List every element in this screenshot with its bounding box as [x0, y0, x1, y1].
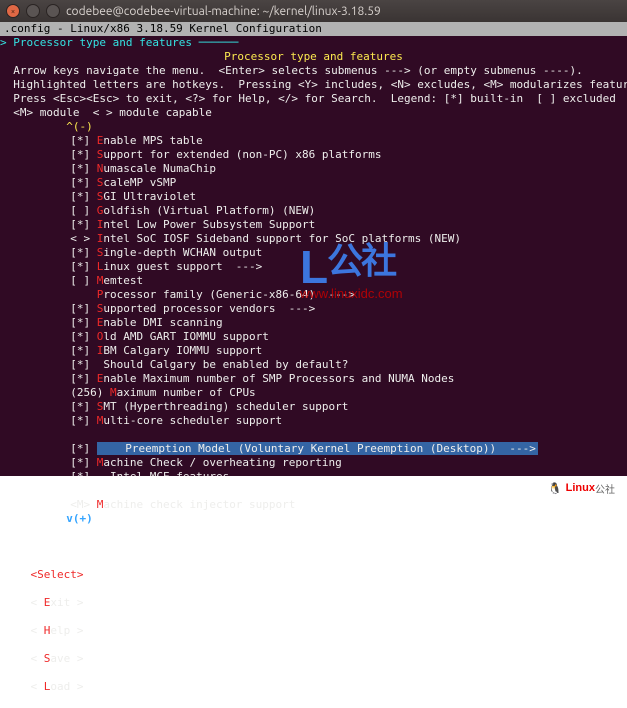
menu-label: ingle-depth WCHAN output: [103, 246, 262, 259]
menu-label: umascale NumaChip: [103, 162, 216, 175]
exit-button[interactable]: < Exit >: [31, 596, 84, 609]
menu-item-selected[interactable]: Preemption Model (Voluntary Kernel Preem…: [0, 428, 627, 442]
selected-label: Preemption Model (Voluntary Kernel Preem…: [125, 442, 536, 455]
menu-hotkey: M: [110, 386, 117, 399]
menu-label: MT (Hyperthreading) scheduler support: [103, 400, 348, 413]
breadcrumb: > Processor type and features ──────: [0, 36, 238, 49]
menu-item[interactable]: [*] ScaleMP vSMP: [0, 176, 627, 190]
menu-item[interactable]: [*] SMT (Hyperthreading) scheduler suppo…: [0, 400, 627, 414]
button-bar: <Select> < Exit > < Help > < Save > < Lo…: [0, 540, 627, 554]
help-button[interactable]: < Help >: [31, 624, 84, 637]
help-line: Arrow keys navigate the menu. <Enter> se…: [0, 64, 627, 78]
menu-item[interactable]: [ ] Memtest: [0, 274, 627, 288]
menu-label: upport for extended (non-PC) x86 platfor…: [103, 148, 381, 161]
window-title: codebee@codebee-virtual-machine: ~/kerne…: [66, 5, 381, 18]
penguin-icon: 🐧: [548, 482, 562, 495]
menu-item[interactable]: [*] SGI Ultraviolet: [0, 190, 627, 204]
window-titlebar: × codebee@codebee-virtual-machine: ~/ker…: [0, 0, 627, 22]
menu-label: ld AMD GART IOMMU support: [103, 330, 269, 343]
menu-item[interactable]: [*] Support for extended (non-PC) x86 pl…: [0, 148, 627, 162]
scroll-down-indicator: v(+): [66, 512, 93, 525]
menu-item[interactable]: [*] Enable Maximum number of SMP Process…: [0, 372, 627, 386]
menu-label: emtest: [103, 274, 143, 287]
menu-label: nable DMI scanning: [103, 316, 222, 329]
load-button[interactable]: < Load >: [31, 680, 84, 693]
page-footer: 🐧 Linux 公社: [0, 476, 627, 500]
menu-item[interactable]: [*] IBM Calgary IOMMU support: [0, 344, 627, 358]
config-header: .config - Linux/x86 3.18.59 Kernel Confi…: [0, 22, 627, 36]
terminal: .config - Linux/x86 3.18.59 Kernel Confi…: [0, 22, 627, 476]
maximize-icon[interactable]: [46, 4, 60, 18]
menu-item[interactable]: [*] Enable DMI scanning: [0, 316, 627, 330]
help-line: Highlighted letters are hotkeys. Pressin…: [0, 78, 627, 92]
help-line: Press <Esc><Esc> to exit, <?> for Help, …: [0, 92, 627, 106]
menu-label: aximum number of CPUs: [117, 386, 256, 399]
menu-label: nable Maximum number of SMP Processors a…: [103, 372, 454, 385]
menu-item[interactable]: [*] Multi-core scheduler support: [0, 414, 627, 428]
menu-label: Should Calgary be enabled by default?: [97, 358, 349, 371]
menu-item[interactable]: [*] Supported processor vendors --->: [0, 302, 627, 316]
menu-item[interactable]: [*] Intel Low Power Subsystem Support: [0, 218, 627, 232]
minimize-icon[interactable]: [26, 4, 40, 18]
save-button[interactable]: < Save >: [31, 652, 84, 665]
footer-suffix: 公社: [595, 481, 615, 496]
menu-label: GI Ultraviolet: [103, 190, 196, 203]
scroll-up-indicator: ^(-): [66, 120, 93, 133]
menu-item[interactable]: Processor family (Generic-x86-64) --->: [0, 288, 627, 302]
menu-title: Processor type and features: [224, 50, 403, 63]
menu-label: upported processor vendors --->: [103, 302, 315, 315]
menu-item[interactable]: [ ] Goldfish (Virtual Platform) (NEW): [0, 204, 627, 218]
menu-item[interactable]: [*] Single-depth WCHAN output: [0, 246, 627, 260]
menu-label: oldfish (Virtual Platform) (NEW): [103, 204, 315, 217]
menu-item[interactable]: [*] Numascale NumaChip: [0, 162, 627, 176]
menu-label: ntel SoC IOSF Sideband support for SoC p…: [103, 232, 461, 245]
menu-label: inux guest support --->: [103, 260, 262, 273]
menu-item[interactable]: (256) Maximum number of CPUs: [0, 386, 627, 400]
menu-item[interactable]: [*] Linux guest support --->: [0, 260, 627, 274]
help-line: <M> module < > module capable: [0, 106, 627, 120]
menu-label: achine Check / overheating reporting: [103, 456, 341, 469]
close-icon[interactable]: ×: [6, 4, 20, 18]
menu-label: caleMP vSMP: [103, 176, 176, 189]
menu-item[interactable]: [*] Old AMD GART IOMMU support: [0, 330, 627, 344]
menu-label: BM Calgary IOMMU support: [103, 344, 262, 357]
menu-label: nable MPS table: [103, 134, 202, 147]
footer-brand: Linux: [566, 482, 595, 494]
menu-item[interactable]: < > Intel SoC IOSF Sideband support for …: [0, 232, 627, 246]
menu-label: rocessor family (Generic-x86-64) --->: [103, 288, 355, 301]
menu-item[interactable]: <M> Machine check injector support: [0, 498, 627, 512]
menu-label: ulti-core scheduler support: [103, 414, 282, 427]
menu-item[interactable]: [*] Machine Check / overheating reportin…: [0, 456, 627, 470]
select-button[interactable]: <Select>: [31, 568, 84, 581]
menu-label: ntel Low Power Subsystem Support: [103, 218, 315, 231]
menu-item[interactable]: [*] Should Calgary be enabled by default…: [0, 358, 627, 372]
menu-item[interactable]: [*] Enable MPS table: [0, 134, 627, 148]
